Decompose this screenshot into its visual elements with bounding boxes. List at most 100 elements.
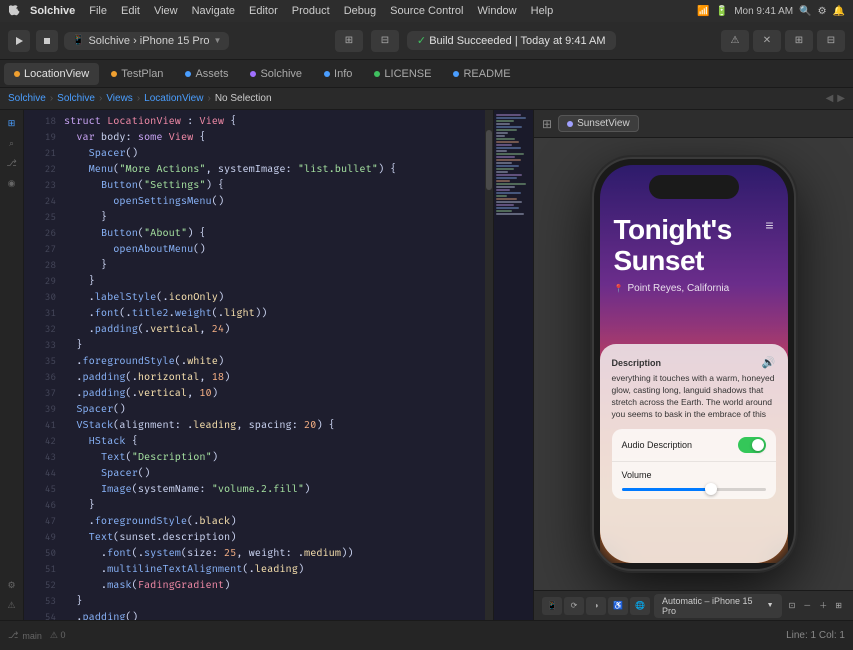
layout-btn[interactable]: ⊟ <box>371 30 399 52</box>
footer-scheme-selector[interactable]: Automatic – iPhone 15 Pro ▼ <box>654 594 782 618</box>
inspector-toggle-btn[interactable]: ⊟ <box>817 30 845 52</box>
breadcrumb-sep4: › <box>207 93 210 104</box>
errors-btn[interactable]: ✕ <box>753 30 781 52</box>
breadcrumb-locationview[interactable]: LocationView <box>144 93 203 104</box>
menu-edit[interactable]: Edit <box>121 5 140 17</box>
menu-app-name[interactable]: Solchive <box>30 5 75 17</box>
speaker-icon[interactable]: 🔊 <box>762 356 776 369</box>
code-line: 27 openAboutMenu() <box>24 242 493 258</box>
code-line: 26 Button("About") { <box>24 226 493 242</box>
tab-readme[interactable]: README <box>443 63 520 85</box>
minimap-line <box>496 210 512 212</box>
menu-help[interactable]: Help <box>531 5 554 17</box>
scheme-selector[interactable]: 📱 Solchive › iPhone 15 Pro ▼ <box>64 32 229 50</box>
wifi-icon: 📶 <box>697 6 709 17</box>
menu-product[interactable]: Product <box>292 5 330 17</box>
device-btn[interactable]: 📱 <box>542 597 562 615</box>
stop-button[interactable] <box>36 30 58 52</box>
minimap-line <box>496 129 517 131</box>
issues-icon[interactable]: ⚠ <box>3 596 21 614</box>
tab-bar: LocationView TestPlan Assets Solchive In… <box>0 60 853 88</box>
breakpoints-icon[interactable]: ◉ <box>3 174 21 192</box>
volume-row: Volume <box>612 462 776 499</box>
tab-locationview[interactable]: LocationView <box>4 63 99 85</box>
localization-btn[interactable]: 🌐 <box>630 597 650 615</box>
minimap-line <box>496 207 519 209</box>
tab-solchive[interactable]: Solchive <box>240 63 312 85</box>
zoom-fit-btn[interactable]: ⊡ <box>786 599 799 612</box>
zoom-out-btn[interactable]: － <box>800 598 814 613</box>
orientation-btn[interactable]: ⟳ <box>564 597 584 615</box>
minimap-line <box>496 126 522 128</box>
zoom-actual-btn[interactable]: ⊞ <box>832 599 845 612</box>
chevron-icon: ▼ <box>214 36 222 45</box>
warnings-btn[interactable]: ⚠ <box>721 30 749 52</box>
volume-label: Volume <box>622 470 652 480</box>
minimap-line <box>496 174 522 176</box>
minimap-line <box>496 144 512 146</box>
build-status: ✓ Build Succeeded | Today at 9:41 AM <box>407 31 616 50</box>
tab-dot-orange <box>14 71 20 77</box>
breadcrumb-solchive[interactable]: Solchive <box>8 93 46 104</box>
code-editor[interactable]: 18struct LocationView : View { 19 var bo… <box>24 110 493 620</box>
code-line: 30 .labelStyle(.iconOnly) <box>24 290 493 306</box>
location-text: Point Reyes, California <box>627 283 729 294</box>
minimap-line <box>496 123 510 125</box>
sidebar-toggle-btn[interactable]: ⊞ <box>335 30 363 52</box>
menu-source-control[interactable]: Source Control <box>390 5 463 17</box>
audio-description-toggle[interactable] <box>738 437 766 453</box>
menu-navigate[interactable]: Navigate <box>192 5 235 17</box>
zoom-in-btn[interactable]: ＋ <box>816 598 830 613</box>
tab-testplan[interactable]: TestPlan <box>101 63 173 85</box>
minimap-line <box>496 153 524 155</box>
menu-window[interactable]: Window <box>478 5 517 17</box>
menu-view[interactable]: View <box>154 5 178 17</box>
activity-bar: ⊞ ⌕ ⎇ ◉ ⚙ ⚠ <box>0 110 24 620</box>
tab-assets[interactable]: Assets <box>175 63 238 85</box>
minimap-line <box>496 132 508 134</box>
minimap-line <box>496 201 522 203</box>
code-line: 49 Text(sunset.description) <box>24 530 493 546</box>
accessibility-btn[interactable]: ♿ <box>608 597 628 615</box>
minimap-line <box>496 213 524 215</box>
zoom-controls: ⊡ － ＋ ⊞ <box>786 598 845 613</box>
notification-icon[interactable]: 🔔 <box>833 6 845 17</box>
spotlight-icon[interactable]: 🔍 <box>799 6 811 17</box>
breadcrumb-solchive2[interactable]: Solchive <box>57 93 95 104</box>
menu-icon[interactable]: ≡ <box>765 217 773 233</box>
navigator-icon[interactable]: ⊞ <box>3 114 21 132</box>
code-line: 28 } <box>24 258 493 274</box>
code-line: 45 Image(systemName: "volume.2.fill") <box>24 482 493 498</box>
menu-editor[interactable]: Editor <box>249 5 278 17</box>
scheme-chevron-icon: ▼ <box>767 602 774 609</box>
git-icon[interactable]: ⎇ <box>3 154 21 172</box>
slider-thumb[interactable] <box>705 483 717 495</box>
breadcrumb-no-selection: No Selection <box>215 93 272 104</box>
play-button[interactable] <box>8 30 30 52</box>
time-display: Mon 9:41 AM <box>734 6 793 17</box>
breadcrumb-bar: Solchive › Solchive › Views › LocationVi… <box>0 88 853 110</box>
color-mode-btn[interactable]: ◑ <box>586 597 606 615</box>
tab-license[interactable]: LICENSE <box>364 63 441 85</box>
menu-debug[interactable]: Debug <box>344 5 376 17</box>
menu-file[interactable]: File <box>89 5 107 17</box>
scheme-icon: 📱 <box>72 35 84 46</box>
minimap-line <box>496 156 515 158</box>
code-line: 21 Spacer() <box>24 146 493 162</box>
minimap-content <box>494 110 533 220</box>
status-bar: ⎇ main ⚠ 0 Line: 1 Col: 1 <box>0 620 853 650</box>
tab-info[interactable]: Info <box>314 63 362 85</box>
panel-toggle-btn[interactable]: ⊞ <box>785 30 813 52</box>
breadcrumb-views[interactable]: Views <box>106 93 133 104</box>
debug-icon[interactable]: ⚙ <box>3 576 21 594</box>
search-icon[interactable]: ⌕ <box>3 134 21 152</box>
xcode-toolbar: 📱 Solchive › iPhone 15 Pro ▼ ⊞ ⊟ ✓ Build… <box>0 22 853 60</box>
breadcrumb-forward-icon[interactable]: ▶ <box>837 93 845 104</box>
control-center-icon[interactable]: ⚙ <box>818 6 827 17</box>
minimap-line <box>496 168 514 170</box>
preview-badge-label: SunsetView <box>577 118 630 129</box>
dynamic-island <box>649 175 739 199</box>
volume-slider[interactable] <box>622 488 766 491</box>
scrollbar-thumb[interactable] <box>486 130 492 190</box>
breadcrumb-back-icon[interactable]: ◀ <box>826 93 834 104</box>
